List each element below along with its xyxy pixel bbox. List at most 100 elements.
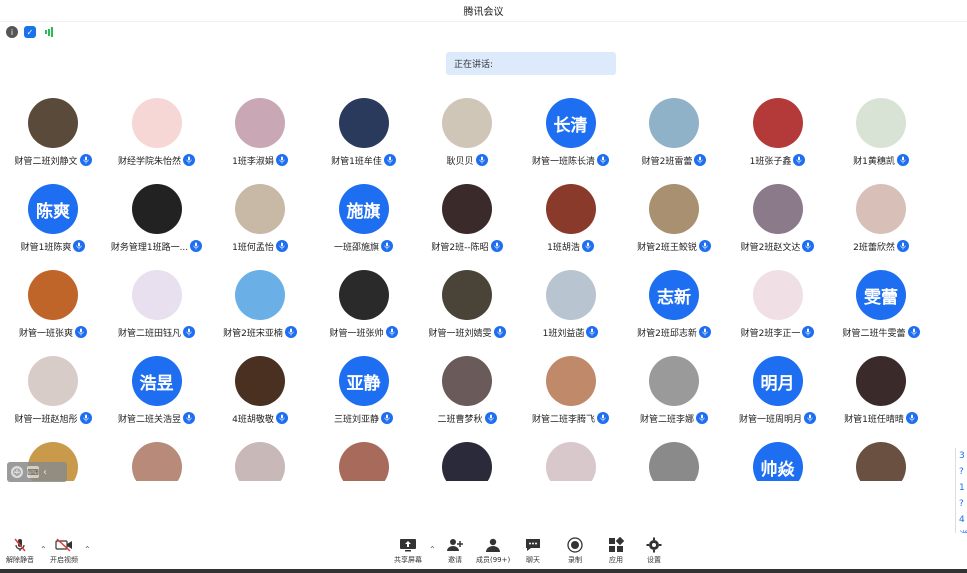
unmute-button[interactable]: 解除静音 <box>6 537 34 565</box>
participant-name: 1班刘益菡 <box>542 328 585 339</box>
chat-button[interactable]: 聊天 <box>524 537 542 565</box>
mic-options-caret-icon[interactable]: ⌃ <box>40 545 47 554</box>
settings-button[interactable]: 设置 <box>645 537 663 565</box>
mic-muted-icon <box>11 537 29 553</box>
mic-icon <box>381 412 393 424</box>
participant-avatar[interactable] <box>856 442 906 481</box>
participant-name: 财管2班--陈昭 <box>431 242 489 253</box>
participant-name: 财管一班张帅 <box>329 328 384 339</box>
floating-controls: ☺ ⌨ ‹ <box>7 462 67 482</box>
participant-name: 财管2班王鲛锐 <box>637 242 697 253</box>
invite-label: 邀请 <box>448 556 462 564</box>
participant-avatar[interactable] <box>28 98 78 148</box>
participant-tile[interactable]: 财管1班任晴晴 <box>816 353 946 439</box>
participant-avatar[interactable] <box>131 184 182 234</box>
participant-avatar[interactable]: 陈爽 <box>28 184 78 234</box>
participant-avatar[interactable] <box>442 270 492 320</box>
settings-label: 设置 <box>647 556 661 564</box>
participant-avatar[interactable] <box>856 356 906 406</box>
participant-avatar[interactable] <box>338 98 389 148</box>
start-video-button[interactable]: 开启视频 <box>50 537 78 565</box>
participant-name: 财管一班刘婧雯 <box>428 328 492 339</box>
participant-name: 财管2班邱志新 <box>637 328 697 339</box>
participant-tile[interactable] <box>816 439 946 481</box>
participant-name: 财管2班赵文达 <box>740 242 801 253</box>
video-options-caret-icon[interactable]: ⌃ <box>84 545 91 554</box>
video-off-icon <box>55 537 73 553</box>
emoji-icon[interactable]: ☺ <box>11 466 23 478</box>
participant-avatar[interactable] <box>235 356 285 406</box>
mic-icon <box>79 154 92 166</box>
mic-icon <box>597 154 609 166</box>
participant-avatar[interactable] <box>131 442 182 481</box>
share-options-caret-icon[interactable]: ⌃ <box>429 545 436 554</box>
participant-name: 1班李淑娟 <box>232 156 274 167</box>
participant-avatar[interactable] <box>649 98 699 148</box>
participant-avatar[interactable] <box>649 184 699 234</box>
participant-avatar[interactable] <box>28 270 78 320</box>
participant-name: 财管1班陈爽 <box>20 242 72 253</box>
bottom-toolbar: 解除静音 ⌃ 开启视频 ⌃ 共享屏幕 ⌃ 邀请 成员(99+) 聊天 录制 应用… <box>0 533 967 573</box>
signal-icon[interactable] <box>42 26 56 38</box>
participant-avatar[interactable] <box>28 356 78 406</box>
participant-avatar[interactable] <box>752 184 803 234</box>
participant-avatar[interactable] <box>545 356 596 406</box>
mic-icon <box>896 154 909 166</box>
chat-edge-text: ? <box>959 499 964 509</box>
participant-avatar[interactable]: 长清 <box>545 98 596 148</box>
participant-avatar[interactable] <box>338 442 389 481</box>
participant-avatar[interactable]: 亚静 <box>338 356 389 406</box>
mic-icon <box>183 412 195 424</box>
meeting-window: { "window": { "title": "腾讯会议" }, "speaki… <box>0 0 967 573</box>
participant-tile[interactable]: 财1黄穗凯 <box>816 95 946 181</box>
participant-avatar[interactable] <box>545 184 596 234</box>
window-title: 腾讯会议 <box>463 7 504 18</box>
participant-avatar[interactable] <box>235 442 285 481</box>
participant-avatar[interactable] <box>235 98 285 148</box>
invite-button[interactable]: 邀请 <box>446 537 464 565</box>
participant-avatar[interactable] <box>442 98 492 148</box>
keyboard-icon[interactable]: ⌨ <box>27 466 39 478</box>
info-icon[interactable]: i <box>6 26 18 38</box>
participant-avatar[interactable]: 帅焱 <box>752 442 803 481</box>
participant-avatar[interactable] <box>649 356 699 406</box>
mic-icon <box>484 412 497 424</box>
participant-avatar[interactable] <box>752 270 803 320</box>
mic-icon <box>73 240 86 252</box>
participant-avatar[interactable] <box>442 442 492 481</box>
mic-icon <box>907 326 920 338</box>
participant-avatar[interactable] <box>752 98 803 148</box>
gear-icon <box>645 537 663 553</box>
participant-avatar[interactable]: 明月 <box>752 356 803 406</box>
members-button[interactable]: 成员(99+) <box>476 537 510 565</box>
participant-avatar[interactable] <box>338 270 389 320</box>
participant-avatar[interactable]: 浩昱 <box>131 356 182 406</box>
collapse-arrow-icon[interactable]: ‹ <box>43 467 47 478</box>
apps-button[interactable]: 应用 <box>607 537 625 565</box>
bottom-edge <box>0 569 967 573</box>
mic-icon <box>896 240 909 252</box>
participant-avatar[interactable]: 施旗 <box>338 184 389 234</box>
participant-avatar[interactable]: 志新 <box>649 270 699 320</box>
participant-avatar[interactable] <box>442 184 492 234</box>
mic-icon <box>284 326 297 338</box>
participant-avatar[interactable] <box>649 442 699 481</box>
participant-name-row: 财管二班牛雯蕾 <box>816 325 946 339</box>
participant-avatar[interactable] <box>442 356 492 406</box>
participant-avatar[interactable] <box>235 184 285 234</box>
participant-avatar[interactable] <box>545 442 596 481</box>
participant-avatar[interactable] <box>235 270 285 320</box>
record-button[interactable]: 录制 <box>566 537 584 565</box>
shield-icon[interactable]: ✓ <box>24 26 36 38</box>
participant-name: 财务管理1班路一... <box>110 242 189 253</box>
participant-tile[interactable]: 雯蕾 财管二班牛雯蕾 <box>816 267 946 353</box>
participant-avatar[interactable] <box>131 270 182 320</box>
participant-name-row: 2班蕾欣然 <box>816 239 946 253</box>
participant-avatar[interactable] <box>856 184 906 234</box>
participant-avatar[interactable] <box>856 98 906 148</box>
participant-avatar[interactable] <box>545 270 596 320</box>
participant-tile[interactable]: 2班蕾欣然 <box>816 181 946 267</box>
share-screen-button[interactable]: 共享屏幕 <box>394 537 422 565</box>
participant-avatar[interactable]: 雯蕾 <box>856 270 906 320</box>
participant-avatar[interactable] <box>131 98 182 148</box>
